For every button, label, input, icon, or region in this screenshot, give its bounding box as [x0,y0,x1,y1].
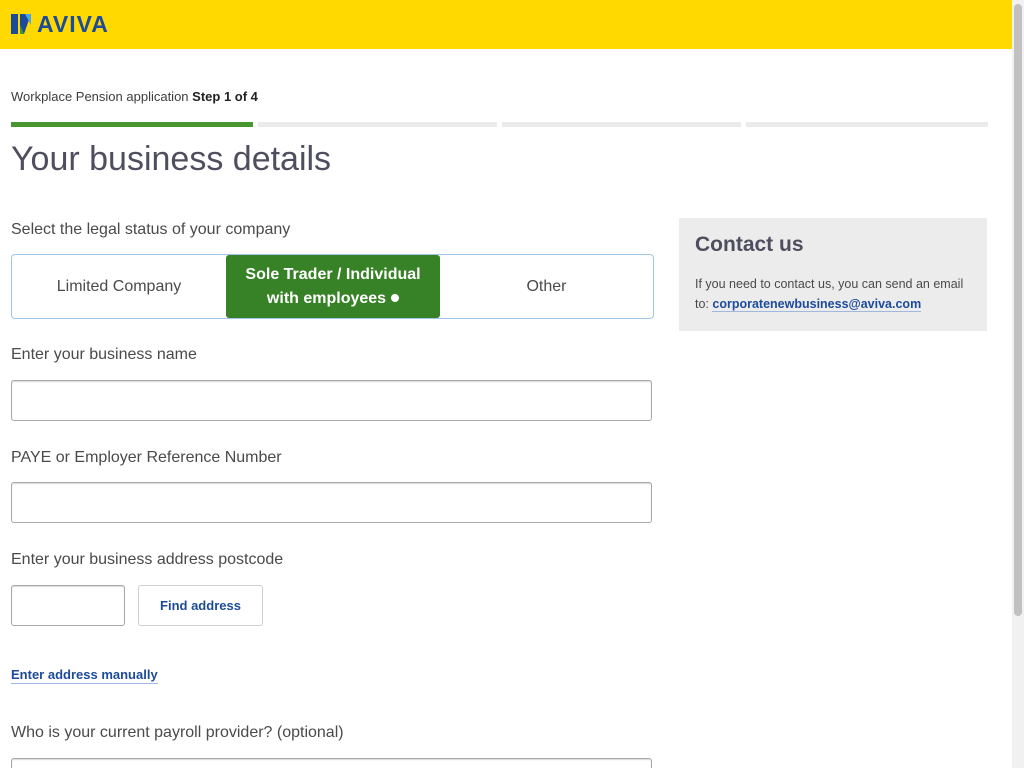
progress-step-2 [258,122,497,127]
page-title: Your business details [11,140,332,178]
contact-panel: Contact us If you need to contact us, yo… [679,218,987,331]
progress-step-4 [746,122,988,127]
brand-name: AVIVA [37,11,109,37]
enter-address-manually-link[interactable]: Enter address manually [11,667,158,684]
payroll-provider-input[interactable] [11,758,652,768]
postcode-input[interactable] [11,585,125,626]
contact-email-link[interactable]: corporatenewbusiness@aviva.com [712,297,922,312]
legal-status-label: Select the legal status of your company [11,221,291,238]
option-label: Other [526,277,567,295]
step-current: Step 1 of 4 [192,89,258,104]
option-sole-trader[interactable]: Sole Trader / Individual with employees [226,255,440,318]
paye-input[interactable] [11,482,652,523]
option-label: Limited Company [56,277,182,295]
find-address-button[interactable]: Find address [138,585,263,626]
progress-step-3 [502,122,741,127]
page: AVIVA Workplace Pension application Step… [0,0,1012,768]
site-header: AVIVA [0,0,1012,49]
scrollbar-thumb[interactable] [1014,4,1022,616]
selected-dot-icon [391,294,400,303]
option-label: Sole Trader / Individual with employees [245,265,421,307]
payroll-provider-label: Who is your current payroll provider? (o… [11,724,344,741]
aviva-logo[interactable]: AVIVA [11,12,109,36]
step-prefix: Workplace Pension application [11,89,189,104]
paye-label: PAYE or Employer Reference Number [11,449,282,466]
contact-title: Contact us [695,233,804,256]
progress-step-1 [11,122,253,127]
business-name-input[interactable] [11,380,652,421]
postcode-label: Enter your business address postcode [11,551,284,568]
step-indicator: Workplace Pension application Step 1 of … [11,89,258,104]
aviva-logo-icon [11,14,31,34]
option-limited-company[interactable]: Limited Company [12,255,226,318]
contact-text: If you need to contact us, you can send … [695,277,964,312]
page-scrollbar[interactable] [1012,0,1024,768]
business-name-label: Enter your business name [11,346,197,363]
legal-status-selector: Limited Company Sole Trader / Individual… [11,254,654,319]
option-other[interactable]: Other [440,255,653,318]
